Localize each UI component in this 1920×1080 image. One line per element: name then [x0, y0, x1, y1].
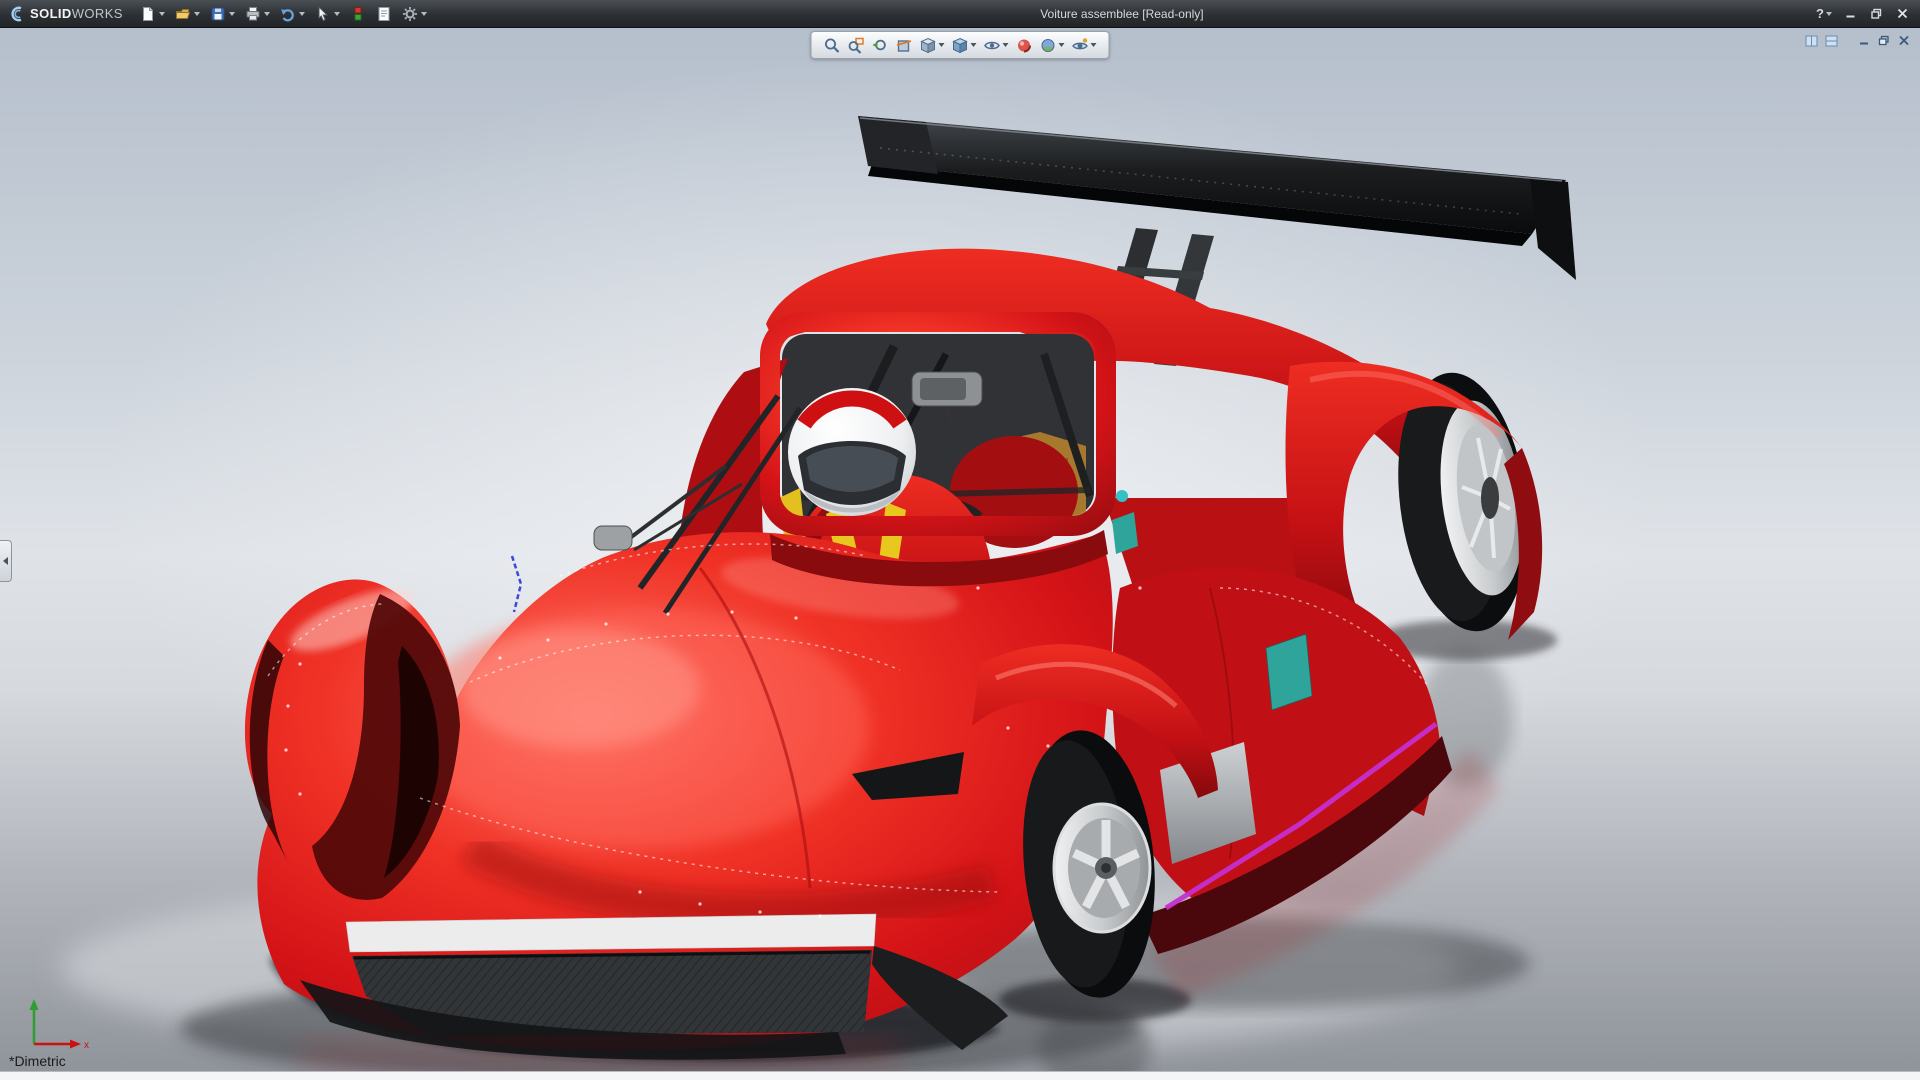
brand-text-solid: SOLID	[30, 5, 72, 21]
open-folder-icon	[175, 8, 191, 19]
previous-view-button[interactable]	[869, 34, 892, 56]
close-button[interactable]	[1890, 3, 1914, 25]
file-properties-button[interactable]	[371, 1, 397, 27]
undo-icon	[281, 8, 294, 21]
window-controls: ?	[1812, 3, 1920, 25]
zoom-to-area-icon	[848, 37, 864, 54]
titlebar: SOLIDWORKS Voiture assemblee [Read-only]…	[0, 0, 1920, 28]
graphics-scene[interactable]	[0, 28, 1920, 1080]
edit-appearance-icon	[1018, 39, 1031, 52]
options-button[interactable]	[397, 1, 432, 27]
window-title: Voiture assemblee [Read-only]	[1040, 6, 1204, 21]
previous-view-icon	[872, 39, 886, 50]
dropdown-arrow-icon	[970, 43, 977, 47]
select-cursor-icon	[318, 5, 329, 21]
solidworks-window: SOLIDWORKS Voiture assemblee [Read-only]…	[0, 0, 1920, 1080]
print-icon	[246, 6, 260, 20]
headsup-toolbar	[810, 31, 1110, 59]
close-icon	[1897, 8, 1907, 19]
undo-button[interactable]	[275, 1, 310, 27]
status-bar	[0, 1071, 1920, 1080]
select-button[interactable]	[310, 1, 345, 27]
rebuild-button[interactable]	[345, 1, 371, 27]
pane-toggle-button[interactable]	[1823, 33, 1840, 48]
dropdown-arrow-icon	[420, 11, 427, 16]
new-button[interactable]	[135, 1, 170, 27]
hide-show-items-button[interactable]	[981, 34, 1012, 56]
dropdown-arrow-icon	[228, 11, 235, 16]
zoom-to-area-button[interactable]	[845, 34, 868, 56]
dropdown-arrow-icon	[193, 11, 200, 16]
zoom-to-fit-button[interactable]	[821, 34, 844, 56]
display-style-button[interactable]	[949, 34, 980, 56]
dropdown-arrow-icon	[158, 11, 165, 16]
doc-minimize-icon	[1859, 42, 1868, 45]
featuremanager-collapsed-tab[interactable]	[0, 540, 12, 582]
print-button[interactable]	[240, 1, 275, 27]
minimize-icon	[1846, 15, 1854, 18]
hide-show-items-icon	[984, 41, 1000, 49]
display-style-icon	[952, 37, 968, 53]
triad-y-axis	[29, 999, 39, 1010]
doc-restore-icon	[1878, 35, 1889, 46]
pane-toggle-button[interactable]	[1803, 33, 1820, 48]
dropdown-arrow-icon	[263, 11, 270, 16]
view-orientation-button[interactable]	[917, 34, 948, 56]
dropdown-arrow-icon	[938, 43, 945, 47]
dropdown-arrow-icon	[1090, 43, 1097, 47]
dropdown-arrow-icon	[298, 11, 305, 16]
section-view-button[interactable]	[893, 34, 916, 56]
rebuild-icon	[354, 6, 362, 20]
section-view-icon	[896, 39, 912, 52]
new-document-icon	[142, 6, 153, 21]
pane-toggle-icon	[1825, 35, 1838, 46]
reference-triad[interactable]: x	[24, 996, 96, 1056]
apply-scene-button[interactable]	[1037, 34, 1068, 56]
view-settings-button[interactable]	[1069, 34, 1100, 56]
brand-text-works: WORKS	[71, 5, 123, 21]
document-restore-button[interactable]	[1875, 33, 1892, 48]
edit-appearance-button[interactable]	[1013, 34, 1036, 56]
document-close-button[interactable]	[1895, 33, 1912, 48]
zoom-to-fit-icon	[825, 38, 840, 53]
pane-toggle-icon	[1805, 35, 1818, 46]
maximize-icon	[1870, 8, 1881, 19]
solidworks-brand: SOLIDWORKS	[0, 5, 135, 23]
dropdown-arrow-icon	[333, 11, 340, 16]
open-button[interactable]	[170, 1, 205, 27]
maximize-button[interactable]	[1864, 3, 1888, 25]
document-window-controls	[1803, 33, 1912, 48]
apply-scene-icon	[1041, 38, 1055, 52]
view-settings-icon	[1072, 37, 1088, 49]
driver-helmet	[788, 388, 916, 516]
view-orientation-icon	[920, 37, 936, 53]
file-properties-icon	[378, 6, 390, 21]
dassault-3ds-logo	[11, 6, 22, 21]
doc-close-icon	[1898, 35, 1909, 46]
dropdown-arrow-icon	[1058, 43, 1065, 47]
help-icon: ?	[1816, 6, 1824, 21]
document-minimize-button[interactable]	[1855, 33, 1872, 48]
dropdown-arrow-icon	[1002, 43, 1009, 47]
graphics-area[interactable]: *Dimetric x	[0, 28, 1920, 1080]
triad-x-axis	[70, 1039, 81, 1049]
dropdown-arrow-icon	[1825, 11, 1832, 16]
options-icon	[402, 6, 417, 21]
triad-x-label: x	[84, 1040, 89, 1051]
help-button[interactable]: ?	[1812, 3, 1836, 25]
minimize-button[interactable]	[1838, 3, 1862, 25]
save-button[interactable]	[205, 1, 240, 27]
main-toolbar	[135, 0, 432, 27]
save-icon	[211, 7, 225, 20]
chevron-left-icon	[3, 557, 8, 565]
